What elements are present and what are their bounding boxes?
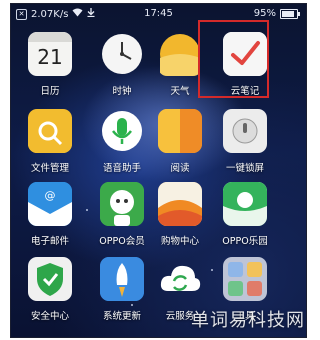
- app-label: OPPO乐园: [222, 236, 268, 247]
- battery-icon: [280, 8, 300, 19]
- app-shopping-center[interactable]: 购物中心: [145, 182, 215, 247]
- app-security-center[interactable]: 安全中心: [15, 257, 85, 322]
- book-icon: [158, 109, 202, 153]
- community-chat-icon: [223, 182, 267, 226]
- app-file-manager[interactable]: 文件管理: [15, 109, 85, 174]
- rocket-icon: [100, 257, 144, 301]
- app-label: 文件管理: [30, 163, 69, 174]
- cloud-sync-icon: [158, 257, 202, 301]
- clock-icon: [100, 32, 144, 76]
- shield-icon: [28, 257, 72, 301]
- app-label: 电子邮件: [30, 236, 69, 247]
- shopping-bag-icon: [158, 182, 202, 226]
- app-reader[interactable]: 阅读: [145, 109, 215, 174]
- app-calendar[interactable]: 21 日历: [15, 32, 85, 97]
- app-label: 日历: [40, 86, 60, 97]
- microphone-icon: [100, 109, 144, 153]
- svg-text:@: @: [45, 189, 56, 202]
- email-icon: @: [28, 182, 72, 226]
- app-oppo-community[interactable]: OPPO乐园: [210, 182, 280, 247]
- calendar-icon: 21: [28, 32, 72, 76]
- tools-folder-icon: [223, 257, 267, 301]
- app-label: 一键锁屏: [225, 163, 264, 174]
- app-one-key-lock[interactable]: 一键锁屏: [210, 109, 280, 174]
- calendar-date: 21: [37, 45, 63, 69]
- app-label: 阅读: [170, 163, 190, 174]
- app-email[interactable]: @ 电子邮件: [15, 182, 85, 247]
- member-mascot-icon: [100, 182, 144, 226]
- watermark: 单词易科技网: [191, 310, 305, 331]
- weather-sun-icon: [158, 32, 202, 76]
- folder-search-icon: [28, 109, 72, 153]
- lock-icon: [223, 109, 267, 153]
- app-label: 安全中心: [30, 311, 69, 322]
- highlight-box: [198, 20, 269, 98]
- app-label: 购物中心: [160, 236, 199, 247]
- battery-percent: 95%: [253, 8, 276, 19]
